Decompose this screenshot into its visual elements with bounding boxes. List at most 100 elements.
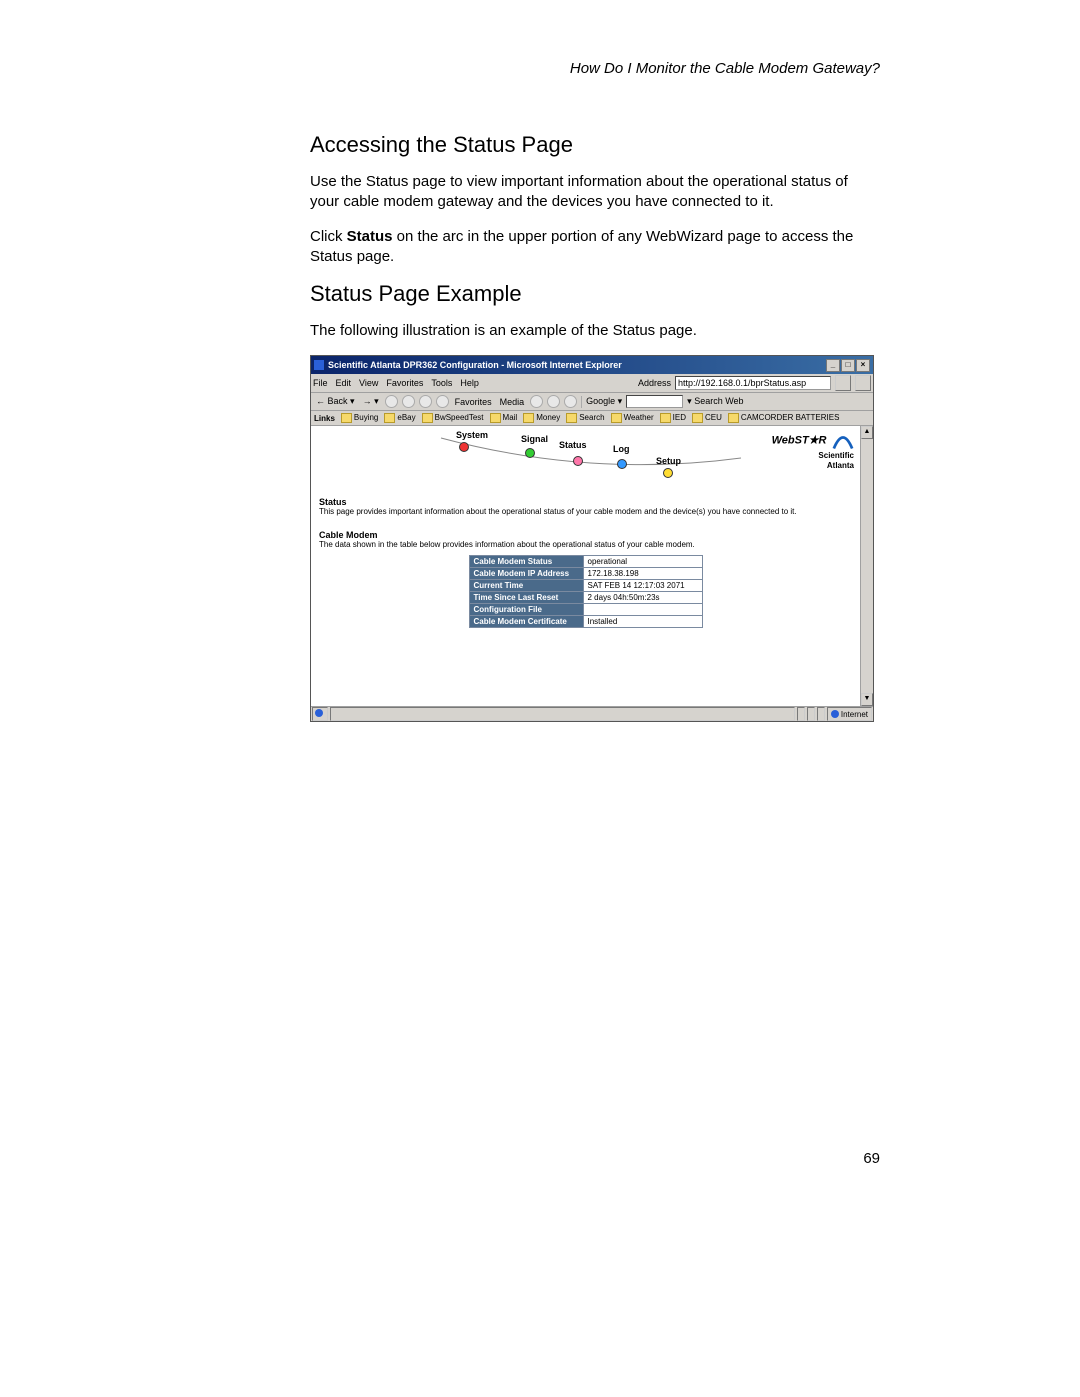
cell-val: operational	[583, 556, 702, 568]
arc-signal-label: Signal	[521, 434, 548, 444]
search-web-button[interactable]: ▾ Search Web	[687, 396, 743, 407]
table-row: Cable Modem CertificateInstalled	[469, 616, 702, 628]
cable-modem-desc: The data shown in the table below provid…	[319, 540, 852, 549]
menu-file[interactable]: File	[313, 378, 328, 388]
forward-button[interactable]: → ▾	[361, 396, 381, 407]
status-zone-label: Internet	[841, 710, 868, 719]
scrollbar[interactable]: ▲ ▼	[860, 426, 873, 706]
webstar-logo: WebST★R	[772, 435, 827, 447]
link-ebay[interactable]: eBay	[384, 413, 415, 423]
link-weather[interactable]: Weather	[611, 413, 654, 423]
heading-accessing: Accessing the Status Page	[310, 132, 880, 158]
menubar: File Edit View Favorites Tools Help	[313, 378, 479, 388]
link-ceu[interactable]: CEU	[692, 413, 722, 423]
status-table: Cable Modem Statusoperational Cable Mode…	[469, 555, 703, 628]
window-buttons: _ □ ×	[826, 359, 870, 372]
links-label: Links	[314, 414, 335, 423]
back-label: Back	[328, 396, 348, 406]
status-cell	[807, 707, 815, 721]
table-row: Cable Modem IP Address172.18.38.198	[469, 568, 702, 580]
link-search[interactable]: Search	[566, 413, 604, 423]
toolbar: ← Back ▾ → ▾ Favorites Media Google ▾ ▾ …	[311, 393, 873, 411]
ie-window: Scientific Atlanta DPR362 Configuration …	[310, 355, 874, 722]
status-cell	[817, 707, 825, 721]
mail-icon[interactable]	[547, 395, 560, 408]
favorites-button[interactable]: Favorites	[453, 397, 494, 407]
scroll-down-icon[interactable]: ▼	[861, 693, 873, 706]
click-text-bold: Status	[347, 228, 393, 245]
link-camcorder[interactable]: CAMCORDER BATTERIES	[728, 413, 840, 423]
menu-edit[interactable]: Edit	[336, 378, 352, 388]
ie-icon	[314, 360, 324, 370]
link-ied[interactable]: IED	[660, 413, 686, 423]
refresh-icon[interactable]	[402, 395, 415, 408]
address-label: Address	[638, 378, 671, 388]
page-number: 69	[863, 1150, 880, 1167]
maximize-button[interactable]: □	[841, 359, 855, 372]
cell-val: Installed	[583, 616, 702, 628]
cell-key: Cable Modem Status	[469, 556, 583, 568]
home-icon[interactable]	[419, 395, 432, 408]
cell-key: Current Time	[469, 580, 583, 592]
cell-key: Cable Modem IP Address	[469, 568, 583, 580]
arc-system-label: System	[456, 430, 488, 440]
arc-log-label: Log	[613, 444, 630, 454]
sa-swirl-icon	[832, 432, 854, 450]
print-icon[interactable]	[564, 395, 577, 408]
menu-view[interactable]: View	[359, 378, 378, 388]
search-icon[interactable]	[436, 395, 449, 408]
close-button[interactable]: ×	[856, 359, 870, 372]
document-page: How Do I Monitor the Cable Modem Gateway…	[0, 0, 1080, 1397]
sa-name-2: Atlanta	[827, 461, 854, 470]
cable-modem-heading: Cable Modem	[319, 530, 852, 540]
cell-val: 2 days 04h:50m:23s	[583, 592, 702, 604]
google-label: Google ▾	[586, 396, 622, 407]
status-heading: Status	[319, 497, 852, 507]
media-button[interactable]: Media	[498, 397, 527, 407]
arc-setup-label: Setup	[656, 456, 681, 466]
minimize-button[interactable]: _	[826, 359, 840, 372]
back-button[interactable]: ← Back ▾	[314, 396, 357, 407]
table-row: Configuration File	[469, 604, 702, 616]
table-row: Time Since Last Reset2 days 04h:50m:23s	[469, 592, 702, 604]
sa-name-1: Scientific	[818, 451, 854, 460]
menu-tools[interactable]: Tools	[431, 378, 452, 388]
links-button[interactable]	[855, 375, 871, 391]
cell-key: Configuration File	[469, 604, 583, 616]
cell-key: Cable Modem Certificate	[469, 616, 583, 628]
table-row: Current TimeSAT FEB 14 12:17:03 2071	[469, 580, 702, 592]
click-paragraph: Click Status on the arc in the upper por…	[310, 227, 880, 268]
arc-status-label: Status	[559, 440, 587, 450]
go-button[interactable]	[835, 375, 851, 391]
menu-help[interactable]: Help	[460, 378, 479, 388]
intro-paragraph: Use the Status page to view important in…	[310, 172, 880, 213]
google-search-input[interactable]	[626, 395, 683, 408]
history-icon[interactable]	[530, 395, 543, 408]
nav-arc: System Signal Status Log Setup WebST★R	[311, 426, 860, 491]
link-speedtest[interactable]: BwSpeedTest	[422, 413, 484, 423]
stop-icon[interactable]	[385, 395, 398, 408]
heading-example: Status Page Example	[310, 281, 880, 307]
menu-address-row: File Edit View Favorites Tools Help Addr…	[311, 374, 873, 393]
status-ie-icon	[312, 707, 328, 721]
globe-icon	[831, 710, 839, 718]
link-buying[interactable]: Buying	[341, 413, 378, 423]
brand-block: WebST★R Scientific Atlanta	[772, 432, 854, 470]
status-body: Status This page provides important info…	[311, 497, 860, 628]
window-title: Scientific Atlanta DPR362 Configuration …	[328, 360, 826, 370]
link-money[interactable]: Money	[523, 413, 560, 423]
search-web-label: Search Web	[694, 396, 743, 406]
menu-favorites[interactable]: Favorites	[386, 378, 423, 388]
address-input[interactable]: http://192.168.0.1/bprStatus.asp	[675, 376, 831, 390]
scroll-up-icon[interactable]: ▲	[861, 426, 873, 439]
click-text-pre: Click	[310, 228, 347, 245]
link-mail[interactable]: Mail	[490, 413, 518, 423]
cell-val	[583, 604, 702, 616]
cell-val: 172.18.38.198	[583, 568, 702, 580]
running-header: How Do I Monitor the Cable Modem Gateway…	[310, 60, 880, 77]
status-cell	[797, 707, 805, 721]
titlebar: Scientific Atlanta DPR362 Configuration …	[311, 356, 873, 374]
status-desc: This page provides important information…	[319, 507, 852, 516]
links-bar: Links Buying eBay BwSpeedTest Mail Money…	[311, 411, 873, 426]
example-paragraph: The following illustration is an example…	[310, 321, 880, 341]
